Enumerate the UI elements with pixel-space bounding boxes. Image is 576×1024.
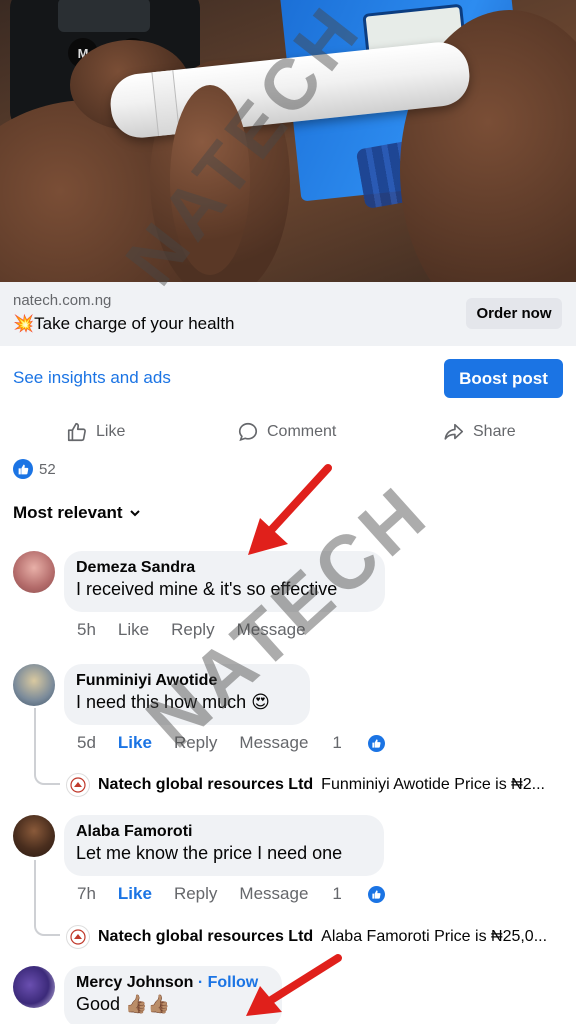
comment-message-button[interactable]: Message: [239, 884, 308, 904]
comment-text: I need this how much 😍: [76, 692, 270, 712]
like-thumb-icon: [367, 885, 385, 903]
comment-bubble-icon: [238, 422, 258, 442]
comment-like-count[interactable]: 1: [332, 884, 406, 904]
comment-reply-button[interactable]: Reply: [171, 620, 214, 640]
page-logo-icon: [66, 773, 90, 797]
comment-actions: 5h Like Reply Message: [77, 620, 328, 640]
comment-bubble: Alaba Famoroti Let me know the price I n…: [64, 815, 384, 876]
comment-text: I received mine & it's so effective: [76, 579, 338, 599]
like-action-label: Like: [96, 423, 126, 440]
comment-text: Good 👍🏽👍🏽: [76, 994, 170, 1014]
avatar[interactable]: [13, 551, 55, 593]
thread-line: [34, 708, 36, 774]
comment-sort-dropdown[interactable]: Most relevant: [13, 503, 141, 523]
like-action[interactable]: Like: [66, 418, 125, 446]
comment-text: Let me know the price I need one: [76, 843, 343, 863]
comment-like-button[interactable]: Like: [118, 884, 152, 904]
comment-like-count[interactable]: 1: [332, 733, 406, 753]
commenter-name[interactable]: Demeza Sandra: [76, 559, 373, 577]
thread-connector: [34, 770, 60, 785]
comment-bubble: Mercy Johnson · Follow Good 👍🏽👍🏽: [64, 966, 282, 1024]
share-action-label: Share: [473, 423, 516, 440]
page-reply-preview[interactable]: Natech global resources Ltd Funminiyi Aw…: [66, 773, 545, 797]
reaction-count: 52: [39, 460, 56, 478]
comment-message-button[interactable]: Message: [239, 733, 308, 753]
commenter-name[interactable]: Alaba Famoroti: [76, 823, 372, 841]
link-domain: natech.com.ng: [13, 292, 112, 309]
comment-like-button[interactable]: Like: [118, 620, 149, 640]
thumbs-up-icon: [67, 422, 86, 442]
page-reply-preview[interactable]: Natech global resources Ltd Alaba Famoro…: [66, 925, 547, 949]
chevron-down-icon: [129, 510, 140, 517]
page-reply-author[interactable]: Natech global resources Ltd: [98, 776, 313, 794]
avatar[interactable]: [13, 966, 55, 1008]
thread-line: [34, 860, 36, 926]
reactions-summary[interactable]: 52: [13, 459, 56, 479]
comment-actions: 7h Like Reply Message 1: [77, 884, 429, 904]
avatar[interactable]: [13, 815, 55, 857]
order-now-button[interactable]: Order now: [466, 298, 562, 329]
sort-label: Most relevant: [13, 503, 123, 522]
comment-time: 5h: [77, 620, 96, 639]
red-arrow-icon: [248, 464, 332, 555]
ad-image[interactable]: M S: [0, 0, 576, 282]
commenter-name[interactable]: Funminiyi Awotide: [76, 672, 298, 690]
comment-time: 7h: [77, 884, 96, 903]
commenter-name[interactable]: Mercy Johnson: [76, 974, 193, 991]
share-action[interactable]: Share: [443, 418, 516, 446]
page-logo-icon: [66, 925, 90, 949]
comment-bubble: Demeza Sandra I received mine & it's so …: [64, 551, 385, 612]
comment-time: 5d: [77, 733, 96, 752]
page-reply-text: Funminiyi Awotide Price is ₦2...: [321, 776, 545, 793]
page-reply-text: Alaba Famoroti Price is ₦25,0...: [321, 928, 548, 945]
comment-action[interactable]: Comment: [237, 418, 336, 446]
avatar[interactable]: [13, 664, 55, 706]
like-thumb-icon: [367, 734, 385, 752]
comment-actions: 5d Like Reply Message 1: [77, 733, 429, 753]
comment-like-button[interactable]: Like: [118, 733, 152, 753]
commenter-name-row: Mercy Johnson · Follow: [76, 974, 270, 992]
boost-post-button[interactable]: Boost post: [444, 359, 563, 398]
comment-message-button[interactable]: Message: [237, 620, 306, 640]
like-count-value: 1: [332, 884, 342, 903]
comment-action-label: Comment: [267, 423, 337, 440]
page-reply-author[interactable]: Natech global resources Ltd: [98, 928, 313, 946]
share-arrow-icon: [444, 423, 464, 440]
like-thumb-icon: [13, 459, 33, 479]
thread-connector: [34, 921, 60, 936]
link-headline: 💥Take charge of your health: [13, 314, 235, 333]
like-count-value: 1: [332, 733, 342, 752]
comment-bubble: Funminiyi Awotide I need this how much 😍: [64, 664, 310, 725]
comment-reply-button[interactable]: Reply: [174, 884, 217, 904]
see-insights-link[interactable]: See insights and ads: [13, 368, 171, 388]
comment-reply-button[interactable]: Reply: [174, 733, 217, 753]
follow-button[interactable]: · Follow: [198, 974, 258, 991]
